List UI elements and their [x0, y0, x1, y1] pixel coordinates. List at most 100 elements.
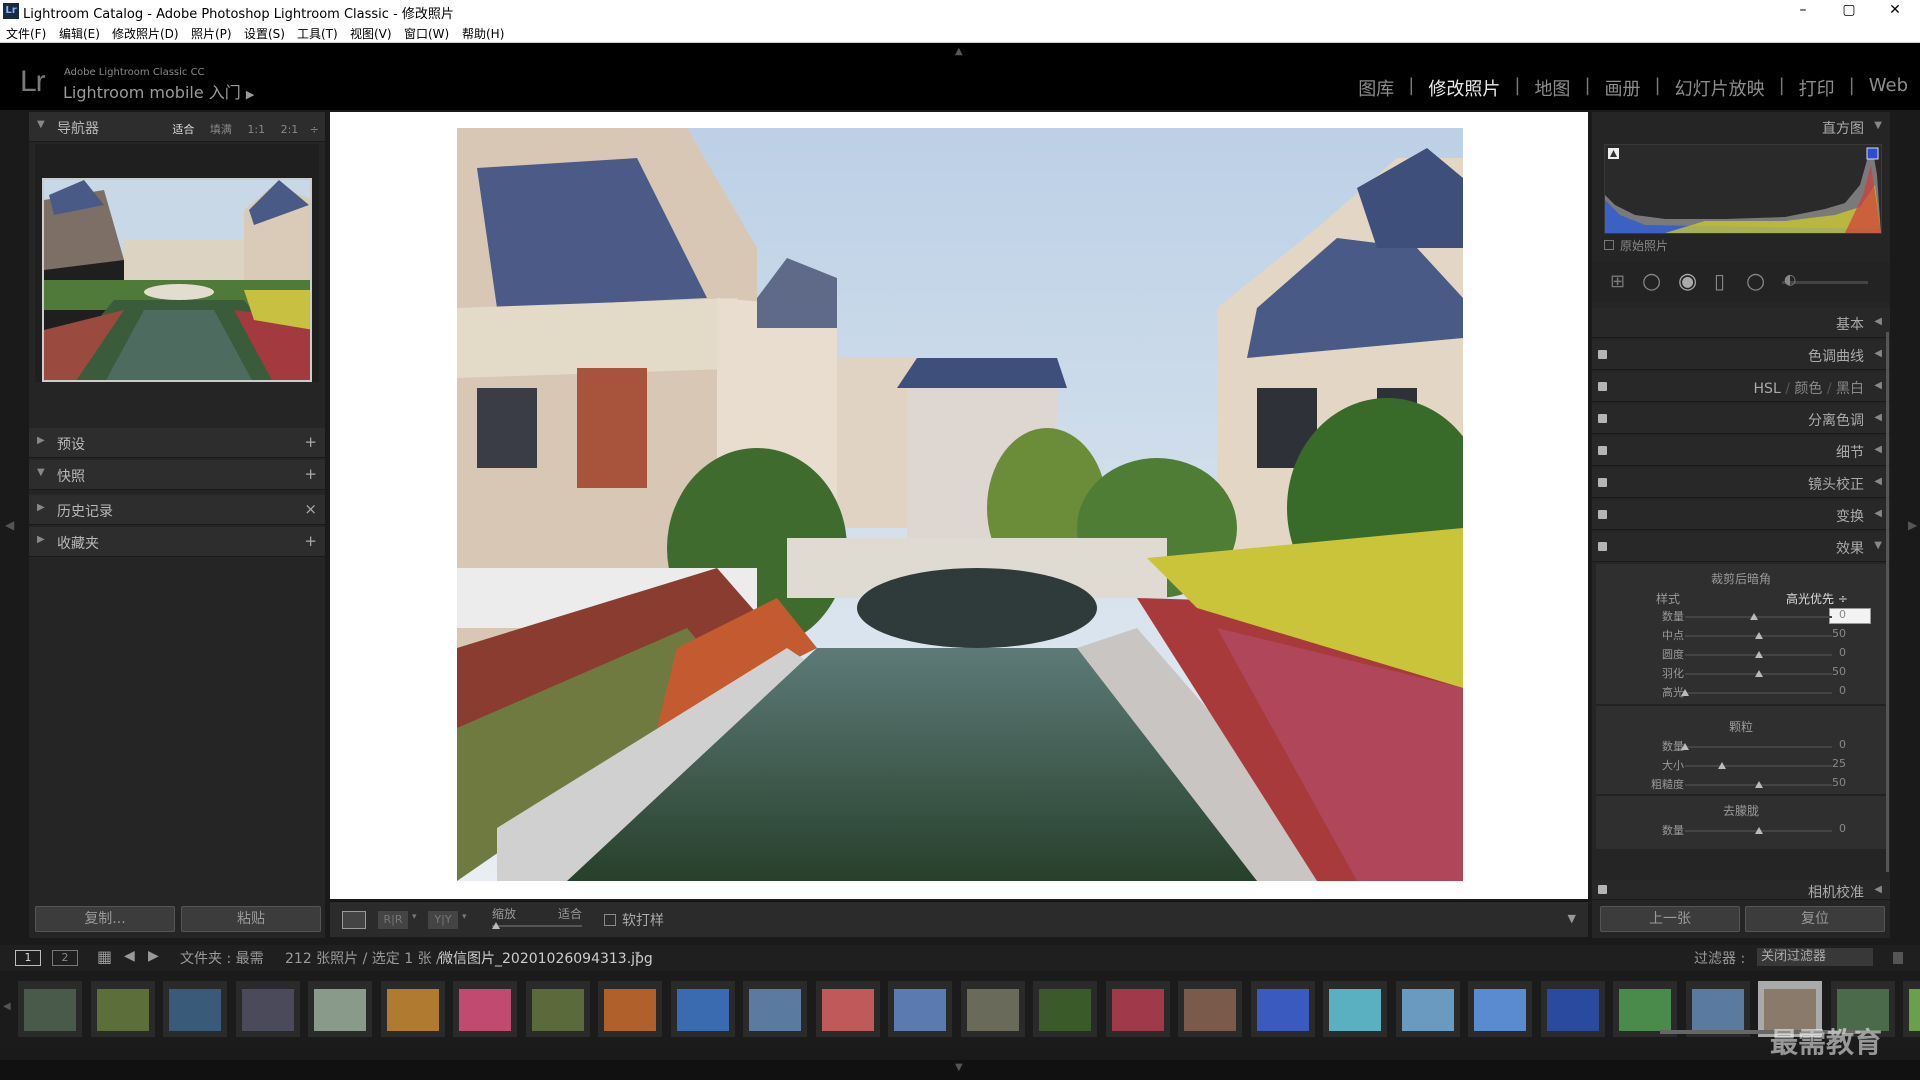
effects-header[interactable]: 效果 ▼ — [1592, 532, 1890, 562]
previous-button[interactable]: 上一张 — [1600, 906, 1740, 932]
add-preset-icon[interactable]: + — [304, 433, 317, 451]
crop-icon[interactable]: ⊞ — [1610, 271, 1625, 292]
filmstrip-thumbnail[interactable] — [1395, 981, 1460, 1037]
paste-button[interactable]: 粘贴 — [181, 906, 321, 932]
tone-curve-header[interactable]: 色调曲线 ◀ — [1592, 340, 1890, 370]
toggle-switch[interactable] — [1598, 510, 1607, 519]
detail-header[interactable]: 细节 ◀ — [1592, 436, 1890, 466]
add-collection-icon[interactable]: + — [304, 532, 317, 550]
vignette-slider-value[interactable]: 0 — [1810, 684, 1846, 697]
module-slideshow[interactable]: 幻灯片放映 — [1675, 75, 1765, 101]
zoom-slider[interactable] — [492, 922, 582, 929]
color-tab[interactable]: 颜色 — [1794, 381, 1822, 397]
toggle-switch[interactable] — [1598, 350, 1607, 359]
folder-source[interactable]: 文件夹 : 最需 — [180, 948, 264, 968]
filmstrip-thumbnail[interactable] — [670, 981, 735, 1037]
grain-slider-row[interactable]: 数量 0 — [1596, 738, 1894, 756]
softproof-checkbox[interactable] — [604, 914, 616, 926]
filmstrip-thumbnail[interactable] — [525, 981, 590, 1037]
zoom-1-1[interactable]: 1:1 — [247, 123, 265, 136]
original-checkbox[interactable] — [1604, 240, 1614, 250]
module-develop[interactable]: 修改照片 — [1428, 75, 1500, 101]
filmstrip-thumbnail[interactable] — [163, 981, 227, 1037]
filmstrip-thumbnail[interactable] — [308, 981, 372, 1037]
navigator-header[interactable]: ▼ 导航器 适合 填满 1:1 2:1 ÷ — [29, 112, 325, 142]
filter-lock-icon[interactable] — [1893, 952, 1903, 964]
reset-button[interactable]: 复位 — [1745, 906, 1885, 932]
basic-header[interactable]: 基本 ◀ — [1592, 308, 1890, 338]
clear-history-icon[interactable]: × — [304, 500, 317, 518]
filmstrip-left-icon[interactable]: ◀ — [3, 1001, 11, 1012]
dehaze-slider-knob[interactable] — [1754, 827, 1763, 834]
filmstrip-thumbnail[interactable] — [1613, 981, 1677, 1037]
dropdown-icon[interactable]: ▾ — [412, 912, 417, 922]
filmstrip-thumbnail[interactable] — [1033, 981, 1097, 1037]
graduated-filter-icon[interactable]: ▯ — [1714, 269, 1725, 293]
vignette-slider-row[interactable]: 圆度 0 — [1596, 646, 1894, 664]
right-scrollbar[interactable] — [1886, 332, 1889, 872]
zoom-fill[interactable]: 填满 — [210, 123, 232, 136]
mobile-link[interactable]: Lightroom mobile 入门 ▶ — [63, 79, 254, 103]
histogram-header[interactable]: 直方图 ▼ — [1592, 112, 1890, 142]
hsl-tab[interactable]: HSL — [1754, 381, 1781, 397]
grain-slider-value[interactable]: 0 — [1810, 738, 1846, 751]
module-book[interactable]: 画册 — [1605, 75, 1641, 101]
grain-slider-knob[interactable] — [1681, 743, 1689, 750]
menu-develop[interactable]: 修改照片(D) — [112, 25, 179, 42]
snapshots-header[interactable]: ▼ 快照 + — [29, 460, 325, 490]
toggle-switch[interactable] — [1598, 414, 1607, 423]
filmstrip-thumbnail[interactable] — [90, 981, 155, 1037]
vignette-slider-value[interactable]: 0 — [1810, 608, 1846, 621]
menu-settings[interactable]: 设置(S) — [244, 25, 285, 42]
histogram[interactable] — [1604, 144, 1882, 234]
zoom-2-1[interactable]: 2:1 — [281, 123, 299, 136]
filmstrip-thumbnail[interactable] — [235, 981, 300, 1037]
red-eye-icon[interactable]: ◉ — [1678, 269, 1697, 294]
vignette-slider-knob[interactable] — [1754, 632, 1763, 639]
display-1-button[interactable]: 1 — [15, 950, 41, 966]
loupe-view-icon[interactable] — [342, 911, 366, 929]
filmstrip-thumbnail[interactable] — [1468, 981, 1532, 1037]
menu-help[interactable]: 帮助(H) — [462, 25, 504, 42]
filmstrip-thumbnail[interactable] — [960, 981, 1025, 1037]
filmstrip-thumbnail[interactable] — [598, 981, 662, 1037]
filmstrip-thumbnail[interactable] — [1903, 981, 1920, 1037]
left-panel-toggle-icon[interactable]: ◀ — [5, 518, 14, 532]
navigator-thumbnail[interactable] — [42, 178, 312, 382]
menu-file[interactable]: 文件(F) — [6, 25, 46, 42]
filmstrip-thumbnail[interactable] — [18, 981, 82, 1037]
vignette-slider-row[interactable]: 羽化 50 — [1596, 665, 1894, 683]
toggle-switch[interactable] — [1598, 542, 1607, 551]
filter-dropdown[interactable]: 关闭过滤器 — [1757, 948, 1873, 966]
filmstrip-thumbnail[interactable] — [1105, 981, 1170, 1037]
zoom-fit[interactable]: 适合 — [172, 123, 194, 136]
add-snapshot-icon[interactable]: + — [304, 465, 317, 483]
right-panel-toggle-icon[interactable]: ▶ — [1908, 518, 1917, 532]
vignette-slider-knob[interactable] — [1754, 651, 1763, 658]
grain-slider-knob[interactable] — [1717, 762, 1726, 769]
history-header[interactable]: ▶ 历史记录 × — [29, 495, 325, 525]
filmstrip-thumbnail[interactable] — [888, 981, 952, 1037]
vignette-slider-row[interactable]: 高光 0 — [1596, 684, 1894, 702]
menu-photo[interactable]: 照片(P) — [191, 25, 232, 42]
filename-dropdown-icon[interactable]: ▾ — [635, 949, 640, 960]
forward-arrow-icon[interactable]: ▶ — [148, 948, 159, 964]
module-library[interactable]: 图库 — [1358, 75, 1394, 101]
filmstrip-thumbnail[interactable] — [453, 981, 517, 1037]
close-button[interactable]: ✕ — [1872, 0, 1918, 22]
collapse-top-icon[interactable]: ▲ — [955, 46, 963, 57]
copy-button[interactable]: 复制... — [35, 906, 175, 932]
radial-filter-icon[interactable]: ○ — [1746, 269, 1765, 294]
menu-view[interactable]: 视图(V) — [350, 25, 392, 42]
filmstrip-thumbnail[interactable] — [815, 981, 880, 1037]
vignette-slider-value[interactable]: 50 — [1810, 665, 1846, 678]
menu-edit[interactable]: 编辑(E) — [59, 25, 100, 42]
dehaze-slider-value[interactable]: 0 — [1810, 822, 1846, 835]
split-toning-header[interactable]: 分离色调 ◀ — [1592, 404, 1890, 434]
bw-tab[interactable]: 黑白 — [1836, 381, 1864, 397]
menu-window[interactable]: 窗口(W) — [404, 25, 449, 42]
vignette-slider-value[interactable]: 50 — [1810, 627, 1846, 640]
dropdown-icon-2[interactable]: ▾ — [462, 912, 467, 922]
grain-slider-value[interactable]: 25 — [1810, 757, 1846, 770]
current-filename[interactable]: 微信图片_20201026094313.jpg — [439, 948, 653, 968]
